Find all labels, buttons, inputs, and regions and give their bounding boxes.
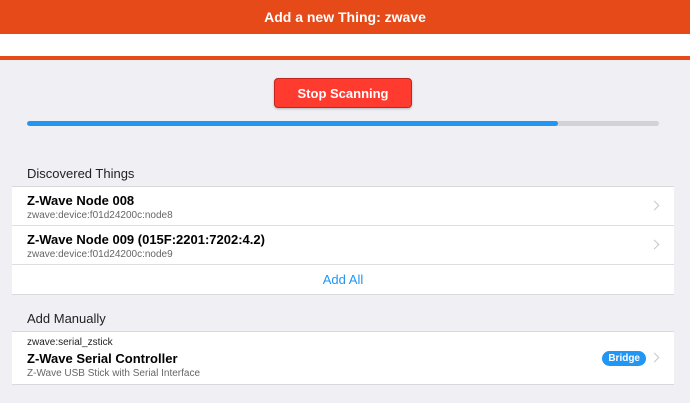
discovered-item-node9[interactable]: Z-Wave Node 009 (015F:2201:7202:4.2) zwa… bbox=[12, 226, 674, 265]
navbar: Add a new Thing: zwave bbox=[0, 0, 690, 34]
scan-progress-fill bbox=[27, 121, 558, 126]
item-subtitle: zwave:device:f01d24200c:node8 bbox=[27, 210, 173, 221]
discovered-things-heading: Discovered Things bbox=[27, 166, 135, 181]
scan-progress-bar bbox=[27, 121, 659, 126]
add-manually-heading: Add Manually bbox=[27, 311, 106, 326]
discovered-things-list: Z-Wave Node 008 zwave:device:f01d24200c:… bbox=[12, 186, 674, 295]
navbar-subbar bbox=[0, 34, 690, 56]
add-all-button[interactable]: Add All bbox=[12, 265, 674, 294]
chevron-right-icon bbox=[649, 352, 660, 363]
item-thing-type: zwave:serial_zstick bbox=[27, 337, 113, 348]
chevron-right-icon bbox=[649, 239, 660, 250]
add-manually-list: zwave:serial_zstick Z-Wave Serial Contro… bbox=[12, 331, 674, 385]
manual-item-serial-controller[interactable]: zwave:serial_zstick Z-Wave Serial Contro… bbox=[12, 332, 674, 384]
item-title: Z-Wave Node 008 bbox=[27, 193, 135, 208]
chevron-right-icon bbox=[649, 200, 660, 211]
stop-scanning-button[interactable]: Stop Scanning bbox=[274, 78, 412, 108]
bridge-badge: Bridge bbox=[602, 351, 646, 366]
item-subtitle: Z-Wave USB Stick with Serial Interface bbox=[27, 368, 201, 379]
item-title: Z-Wave Serial Controller bbox=[27, 351, 178, 366]
discovered-item-node8[interactable]: Z-Wave Node 008 zwave:device:f01d24200c:… bbox=[12, 187, 674, 226]
page-title: Add a new Thing: zwave bbox=[264, 9, 426, 25]
accent-divider bbox=[0, 56, 690, 60]
item-title: Z-Wave Node 009 (015F:2201:7202:4.2) bbox=[27, 232, 265, 247]
item-subtitle: zwave:device:f01d24200c:node9 bbox=[27, 249, 173, 260]
